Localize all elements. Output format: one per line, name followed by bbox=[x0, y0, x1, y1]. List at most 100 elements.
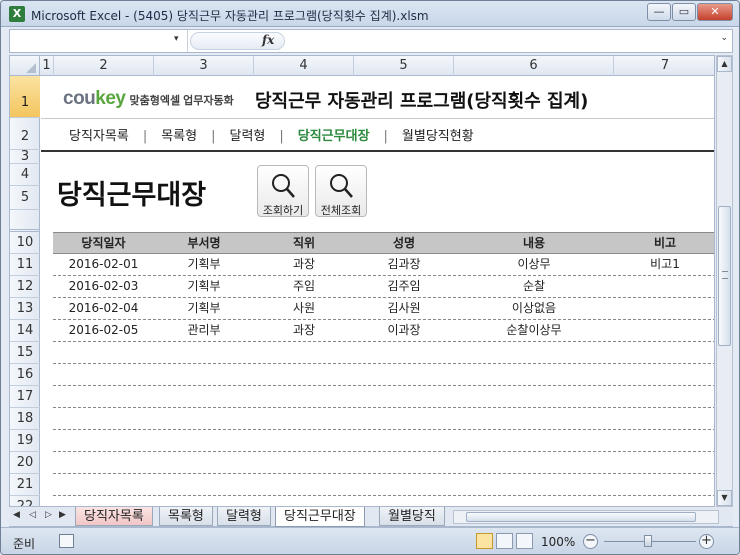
cell-position[interactable]: 과장 bbox=[254, 320, 354, 341]
cell-note[interactable] bbox=[614, 320, 714, 341]
cell-content[interactable]: 이상없음 bbox=[454, 298, 614, 319]
row-header[interactable]: 11 bbox=[10, 254, 40, 276]
table-row[interactable]: 2016-02-01 기획부 과장 김과장 이상무 비고1 bbox=[53, 254, 714, 276]
cell-note[interactable] bbox=[614, 276, 714, 297]
table-row[interactable]: 2016-02-03 기획부 주임 김주임 순찰 bbox=[53, 276, 714, 298]
column-header[interactable]: 1 bbox=[40, 56, 54, 76]
title-bar[interactable]: X Microsoft Excel - (5405) 당직근무 자동관리 프로그… bbox=[1, 1, 739, 27]
cell-note[interactable] bbox=[614, 298, 714, 319]
row-header[interactable]: 12 bbox=[10, 276, 40, 298]
macro-record-icon[interactable] bbox=[59, 534, 74, 548]
search-button[interactable]: 조회하기 bbox=[257, 165, 309, 217]
sheet-tab-duty-ledger[interactable]: 당직근무대장 bbox=[275, 507, 365, 527]
cell-name[interactable]: 이과장 bbox=[354, 320, 454, 341]
last-sheet-icon[interactable]: ▶ bbox=[59, 510, 66, 520]
expand-formula-icon[interactable]: ⌄ bbox=[720, 33, 728, 43]
row-header[interactable]: 13 bbox=[10, 298, 40, 320]
row-header[interactable]: 17 bbox=[10, 386, 40, 408]
nav-item-duty-ledger[interactable]: 당직근무대장 bbox=[298, 125, 370, 144]
row-header[interactable]: 19 bbox=[10, 430, 40, 452]
prev-sheet-icon[interactable]: ◁ bbox=[29, 510, 36, 520]
zoom-out-button[interactable]: − bbox=[583, 534, 598, 549]
cell-date[interactable]: 2016-02-04 bbox=[53, 298, 154, 319]
table-row[interactable]: 2016-02-04 기획부 사원 김사원 이상없음 bbox=[53, 298, 714, 320]
page-layout-view-icon[interactable] bbox=[496, 533, 513, 549]
zoom-level[interactable]: 100% bbox=[541, 535, 575, 549]
cell-position[interactable]: 과장 bbox=[254, 254, 354, 275]
column-header[interactable]: 7 bbox=[614, 56, 714, 76]
horizontal-scrollbar[interactable] bbox=[453, 510, 719, 524]
zoom-in-button[interactable]: + bbox=[699, 534, 714, 549]
row-header[interactable]: 4 bbox=[10, 164, 40, 186]
cell-content[interactable]: 순찰이상무 bbox=[454, 320, 614, 341]
sheet-tab-calendar-view[interactable]: 달력형 bbox=[217, 507, 271, 526]
first-sheet-icon[interactable]: ◀ bbox=[13, 510, 20, 520]
worksheet-grid[interactable]: 1 2 3 4 5 6 7 1 2 3 4 5 10 11 12 13 14 1… bbox=[9, 55, 715, 507]
column-header[interactable]: 4 bbox=[254, 56, 354, 76]
nav-item-staff-list[interactable]: 당직자목록 bbox=[69, 125, 129, 144]
column-header[interactable]: 2 bbox=[54, 56, 154, 76]
name-box[interactable]: ▾ bbox=[10, 30, 188, 52]
row-header[interactable]: 14 bbox=[10, 320, 40, 342]
scroll-thumb[interactable] bbox=[718, 206, 731, 346]
row-header[interactable]: 15 bbox=[10, 342, 40, 364]
nav-item-list-view[interactable]: 목록형 bbox=[161, 125, 197, 144]
table-row[interactable] bbox=[53, 430, 714, 452]
row-header[interactable]: 20 bbox=[10, 452, 40, 474]
scroll-thumb[interactable] bbox=[466, 512, 696, 522]
excel-app-icon[interactable]: X bbox=[9, 6, 25, 22]
column-header[interactable]: 5 bbox=[354, 56, 454, 76]
cell-date[interactable]: 2016-02-03 bbox=[53, 276, 154, 297]
row-header[interactable]: 18 bbox=[10, 408, 40, 430]
table-row[interactable] bbox=[53, 408, 714, 430]
next-sheet-icon[interactable]: ▷ bbox=[45, 510, 52, 520]
row-header[interactable]: 22 bbox=[10, 496, 40, 506]
cell-name[interactable]: 김사원 bbox=[354, 298, 454, 319]
sheet-tab-list-view[interactable]: 목록형 bbox=[159, 507, 213, 526]
column-header[interactable]: 6 bbox=[454, 56, 614, 76]
cell-dept[interactable]: 관리부 bbox=[154, 320, 254, 341]
cell-name[interactable]: 김과장 bbox=[354, 254, 454, 275]
zoom-slider-thumb[interactable] bbox=[644, 535, 652, 547]
cell-position[interactable]: 주임 bbox=[254, 276, 354, 297]
restore-button[interactable]: ▭ bbox=[672, 3, 696, 21]
table-row[interactable] bbox=[53, 342, 714, 364]
table-row[interactable] bbox=[53, 452, 714, 474]
vertical-scrollbar[interactable]: ▲ ▼ bbox=[716, 55, 733, 507]
cell-dept[interactable]: 기획부 bbox=[154, 254, 254, 275]
nav-item-monthly-status[interactable]: 월별당직현황 bbox=[402, 125, 474, 144]
cell-date[interactable]: 2016-02-05 bbox=[53, 320, 154, 341]
cell-name[interactable]: 김주임 bbox=[354, 276, 454, 297]
minimize-button[interactable]: — bbox=[647, 3, 671, 21]
row-header[interactable]: 2 bbox=[10, 118, 40, 150]
scroll-up-button[interactable]: ▲ bbox=[717, 56, 732, 72]
row-header[interactable]: 3 bbox=[10, 150, 40, 164]
chevron-down-icon[interactable]: ▾ bbox=[174, 34, 179, 44]
page-break-view-icon[interactable] bbox=[516, 533, 533, 549]
cell-dept[interactable]: 기획부 bbox=[154, 276, 254, 297]
sheet-tab-monthly-status[interactable]: 월별당직 bbox=[379, 507, 445, 526]
close-button[interactable]: ✕ bbox=[697, 3, 733, 21]
normal-view-icon[interactable] bbox=[476, 533, 493, 549]
row-header[interactable]: 1 bbox=[10, 76, 40, 118]
scroll-down-button[interactable]: ▼ bbox=[717, 490, 732, 506]
row-header[interactable]: 16 bbox=[10, 364, 40, 386]
row-header[interactable]: 10 bbox=[10, 232, 40, 254]
search-all-button[interactable]: 전체조회 bbox=[315, 165, 367, 217]
cell-note[interactable]: 비고1 bbox=[614, 254, 714, 275]
fx-icon[interactable]: fx bbox=[262, 33, 274, 47]
nav-item-calendar-view[interactable]: 달력형 bbox=[229, 125, 265, 144]
table-row[interactable] bbox=[53, 474, 714, 496]
cell-date[interactable]: 2016-02-01 bbox=[53, 254, 154, 275]
select-all-corner[interactable] bbox=[10, 56, 40, 76]
column-header[interactable]: 3 bbox=[154, 56, 254, 76]
cell-content[interactable]: 이상무 bbox=[454, 254, 614, 275]
row-header[interactable]: 21 bbox=[10, 474, 40, 496]
table-row[interactable] bbox=[53, 386, 714, 408]
cell-content[interactable]: 순찰 bbox=[454, 276, 614, 297]
table-row[interactable]: 2016-02-05 관리부 과장 이과장 순찰이상무 bbox=[53, 320, 714, 342]
cell-dept[interactable]: 기획부 bbox=[154, 298, 254, 319]
sheet-tab-staff-list[interactable]: 당직자목록 bbox=[75, 507, 153, 526]
cell-position[interactable]: 사원 bbox=[254, 298, 354, 319]
row-header[interactable]: 5 bbox=[10, 186, 40, 210]
